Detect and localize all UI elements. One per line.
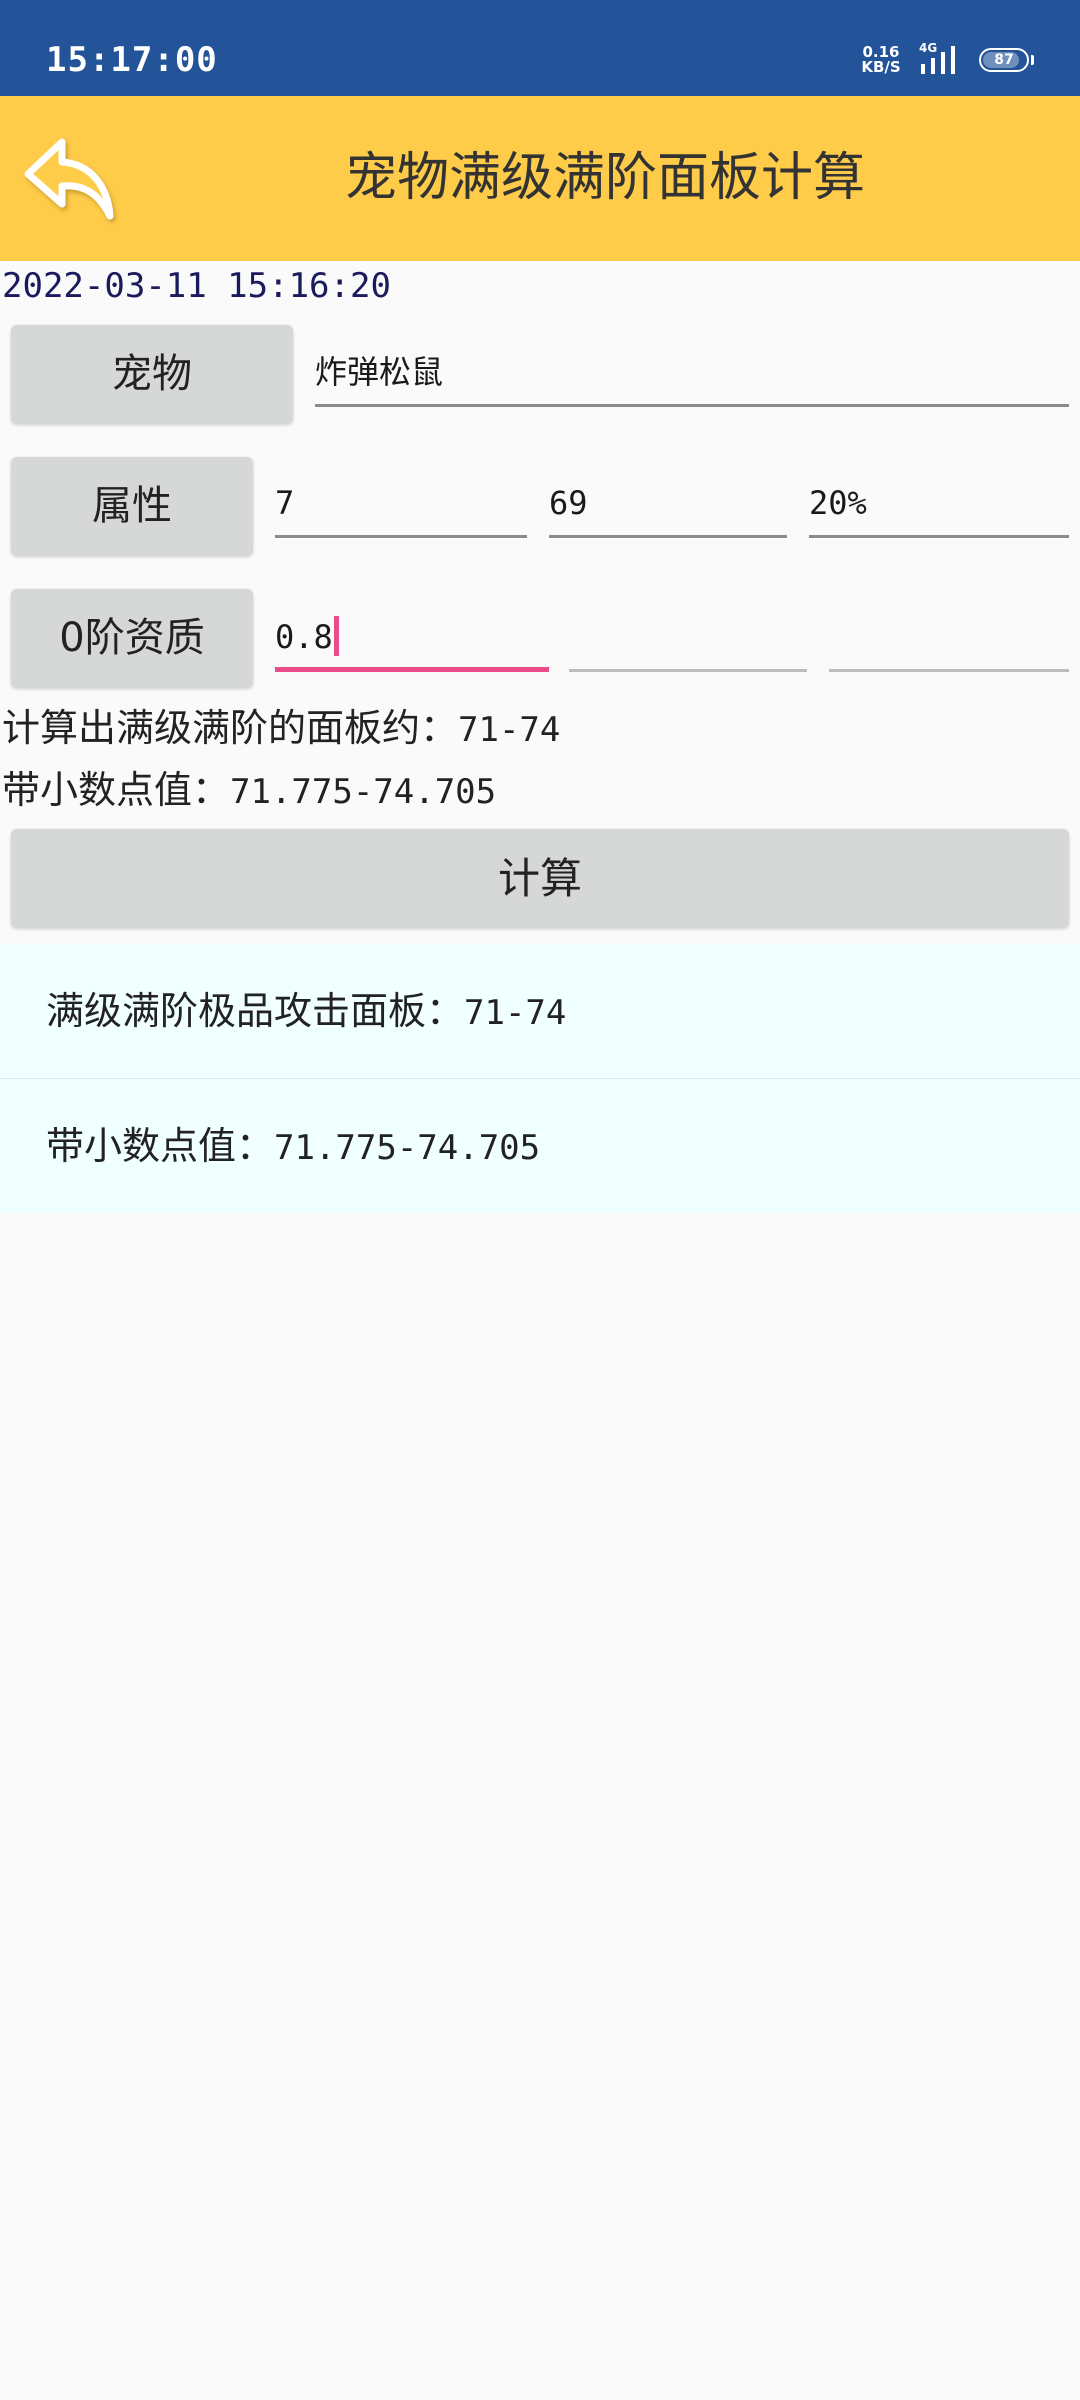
list-item-label: 带小数点值： (46, 1124, 275, 1168)
attribute-value-2: 69 (549, 484, 588, 522)
aptitude-field-1[interactable]: 0.8 (275, 612, 549, 672)
pet-name-value: 炸弹松鼠 (315, 353, 444, 391)
list-item-decimal-value[interactable]: 带小数点值：71.775-74.705 (0, 1079, 1080, 1213)
battery-icon: 87 (979, 48, 1029, 72)
decimal-label: 带小数点值： (2, 768, 231, 812)
attribute-value-3: 20% (809, 484, 867, 522)
network-speed: 0.16 KB/S (859, 45, 903, 75)
datetime-text: 2022-03-11 15:16:20 (2, 266, 391, 306)
decimal-value: 71.775-74.705 (230, 772, 497, 812)
calculate-button[interactable]: 计算 (11, 829, 1069, 928)
status-bar: 15:17:00 0.16 KB/S 4G 87 (0, 0, 1080, 96)
battery-level: 87 (994, 52, 1014, 68)
page-title: 宠物满级满阶面板计算 (344, 148, 865, 208)
pet-name-field[interactable]: 炸弹松鼠 (315, 347, 1069, 407)
list-item-value: 71-74 (464, 993, 567, 1033)
approx-value: 71-74 (458, 710, 561, 750)
back-button[interactable] (22, 132, 122, 232)
list-item-attack-panel[interactable]: 满级满阶极品攻击面板：71-74 (0, 944, 1080, 1078)
decimal-result-line: 带小数点值：71.775-74.705 (2, 765, 496, 817)
attribute-value-1: 7 (275, 484, 295, 522)
aptitude-value-1: 0.8 (275, 618, 333, 656)
attribute-label-button[interactable]: 属性 (11, 457, 253, 556)
aptitude-label: 0阶资质 (59, 615, 205, 661)
attribute-field-3[interactable]: 20% (809, 478, 1069, 538)
pet-label-button[interactable]: 宠物 (11, 325, 293, 424)
result-list: 满级满阶极品攻击面板：71-74 带小数点值：71.775-74.705 (0, 944, 1080, 1213)
list-item-value: 71.775-74.705 (274, 1128, 541, 1168)
aptitude-field-3[interactable] (829, 612, 1069, 672)
aptitude-label-button[interactable]: 0阶资质 (11, 589, 253, 688)
network-speed-unit: KB/S (861, 58, 901, 76)
approx-result-line: 计算出满级满阶的面板约：71-74 (2, 703, 560, 755)
aptitude-field-2[interactable] (569, 612, 807, 672)
status-icons: 0.16 KB/S 4G 87 (859, 42, 1034, 78)
attribute-label: 属性 (92, 483, 172, 529)
approx-label: 计算出满级满阶的面板约： (2, 706, 459, 750)
status-time: 15:17:00 (46, 40, 218, 80)
battery-tip (1031, 55, 1034, 65)
back-arrow-icon (24, 138, 114, 220)
app-bar: 宠物满级满阶面板计算 (0, 96, 1080, 261)
pet-label: 宠物 (112, 351, 192, 397)
signal-icon: 4G (917, 42, 963, 78)
text-cursor (333, 616, 339, 656)
attribute-field-1[interactable]: 7 (275, 478, 527, 538)
attribute-field-2[interactable]: 69 (549, 478, 787, 538)
network-type: 4G (919, 41, 938, 55)
list-item-label: 满级满阶极品攻击面板： (46, 989, 465, 1033)
